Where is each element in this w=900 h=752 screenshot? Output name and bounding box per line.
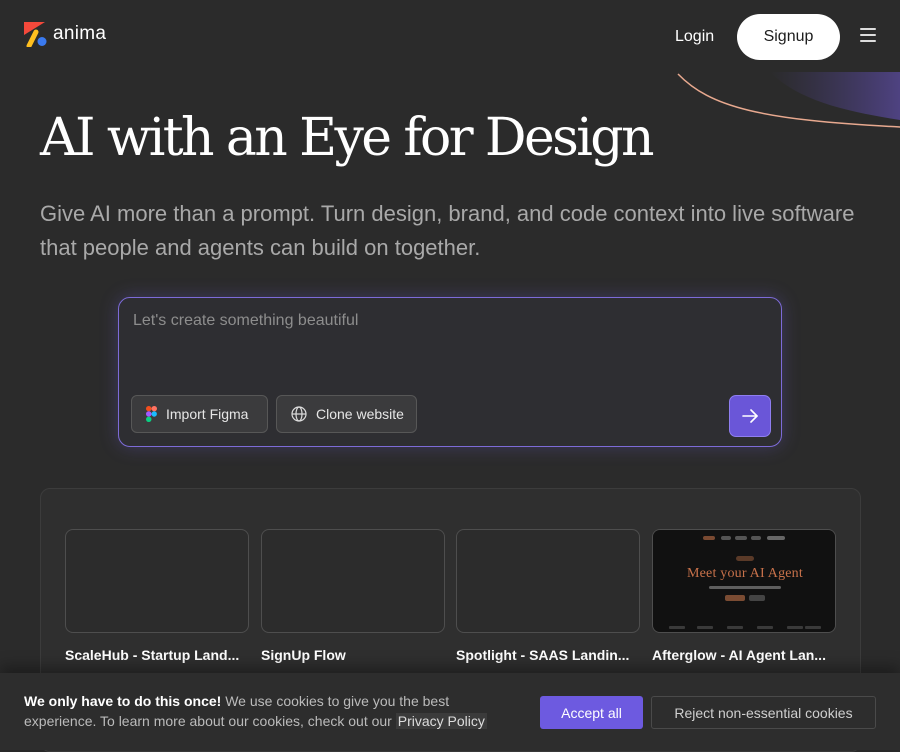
cookie-bold-text: We only have to do this once! xyxy=(24,693,222,709)
arrow-right-icon xyxy=(742,409,758,423)
cookie-text: We only have to do this once! We use coo… xyxy=(24,691,504,731)
menu-icon[interactable] xyxy=(860,28,876,42)
cookie-banner: We only have to do this once! We use coo… xyxy=(0,673,900,750)
signup-button[interactable]: Signup xyxy=(737,14,840,60)
import-figma-label: Import Figma xyxy=(166,406,249,422)
template-title: Spotlight - SAAS Landin... xyxy=(456,647,630,663)
logo-text: anima xyxy=(53,23,107,44)
hero-subtitle: Give AI more than a prompt. Turn design,… xyxy=(40,201,855,260)
template-thumbnail xyxy=(261,529,445,633)
anima-logo-icon xyxy=(24,22,47,47)
globe-icon xyxy=(291,406,307,422)
template-card[interactable]: Spotlight - SAAS Landin... xyxy=(456,529,640,663)
prompt-box: Import Figma Clone website xyxy=(118,297,782,447)
anima-logo[interactable]: anima xyxy=(23,21,106,47)
hero-title: AI with an Eye for Design xyxy=(40,108,654,168)
template-thumbnail xyxy=(456,529,640,633)
template-title: Afterglow - AI Agent Lan... xyxy=(652,647,826,663)
template-title: SignUp Flow xyxy=(261,647,346,663)
prompt-input[interactable] xyxy=(131,310,765,384)
template-card[interactable]: Meet your AI Agent Afterglow - AI Agent … xyxy=(652,529,836,663)
template-card[interactable]: ScaleHub - Startup Land... xyxy=(65,529,249,663)
send-button[interactable] xyxy=(729,395,771,437)
decorative-arc xyxy=(677,72,900,128)
import-figma-button[interactable]: Import Figma xyxy=(131,395,268,433)
header: anima Login Signup xyxy=(0,0,900,75)
login-link[interactable]: Login xyxy=(675,28,714,46)
template-preview-heading: Meet your AI Agent xyxy=(687,566,803,581)
reject-cookies-button[interactable]: Reject non-essential cookies xyxy=(651,696,876,729)
template-card[interactable]: SignUp Flow xyxy=(261,529,445,663)
clone-website-label: Clone website xyxy=(316,406,404,422)
privacy-policy-link[interactable]: Privacy Policy xyxy=(395,713,487,729)
figma-icon xyxy=(146,406,157,422)
template-thumbnail: Meet your AI Agent xyxy=(652,529,836,633)
template-title: ScaleHub - Startup Land... xyxy=(65,647,240,663)
accept-all-button[interactable]: Accept all xyxy=(540,696,643,729)
clone-website-button[interactable]: Clone website xyxy=(276,395,417,433)
template-thumbnail xyxy=(65,529,249,633)
